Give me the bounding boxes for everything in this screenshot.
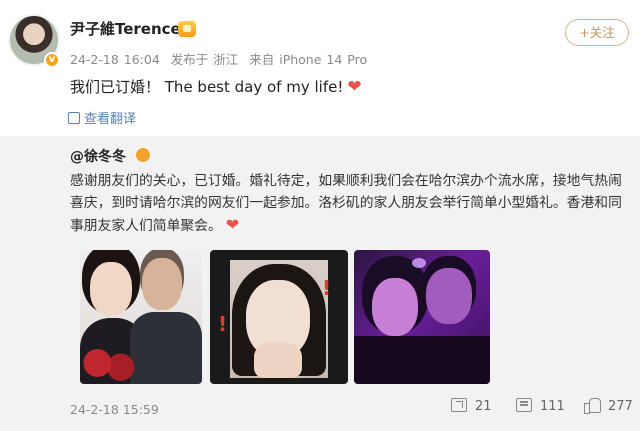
heart-emoji-icon: ❤ (225, 215, 240, 234)
comment-count: 111 (540, 399, 565, 414)
translate-label: 查看翻译 (84, 112, 137, 127)
post-location: 发布于 浙江 (170, 52, 239, 67)
post-text-content: 我们已订婚！ The best day of my life! (70, 78, 344, 96)
repost-author[interactable]: @徐冬冬 (70, 146, 126, 166)
comment-icon (516, 398, 532, 412)
verified-badge-icon: v (44, 52, 60, 68)
post-meta: 24-2-18 16:04 发布于 浙江 来自 iPhone 14 Pro (70, 49, 373, 68)
translate-link[interactable]: 查看翻译 (68, 108, 136, 127)
repost-text: 感谢朋友们的关心，已订婚。婚礼待定，如果顺利我们会在哈尔滨办个流水席，接地气热闹… (70, 170, 630, 237)
follow-button[interactable]: +关注 (565, 19, 629, 46)
share-icon (451, 398, 467, 412)
post-text: 我们已订婚！ The best day of my life! ❤ (70, 76, 362, 97)
post-timestamp[interactable]: 24-2-18 16:04 (70, 52, 160, 67)
vip-crown-icon (178, 21, 196, 37)
exclamation-sticker-icon: ! (322, 276, 332, 300)
repost-text-content: 感谢朋友们的关心，已订婚。婚礼待定，如果顺利我们会在哈尔滨办个流水席，接地气热闹… (70, 173, 622, 234)
like-count: 277 (608, 399, 633, 414)
comment-button[interactable]: 111 (516, 398, 565, 418)
exclamation-sticker-icon: ! (218, 312, 228, 336)
post-source: 来自 iPhone 14 Pro (249, 52, 368, 67)
repost-timestamp[interactable]: 24-2-18 15:59 (70, 402, 159, 417)
reposted-card[interactable]: @徐冬冬 感谢朋友们的关心，已订婚。婚礼待定，如果顺利我们会在哈尔滨办个流水席，… (0, 136, 640, 431)
photo-thumbnail-3[interactable] (354, 250, 490, 384)
photo-grid: ! ! (80, 250, 490, 384)
photo-thumbnail-2[interactable]: ! ! (210, 250, 348, 384)
verified-badge-icon (135, 147, 151, 163)
post-author[interactable]: 尹子維Terence (70, 18, 181, 39)
like-button[interactable]: 277 (584, 398, 633, 418)
photo-thumbnail-1[interactable] (80, 250, 202, 384)
main-post: v 尹子維Terence 24-2-18 16:04 发布于 浙江 来自 iPh… (0, 0, 640, 136)
thumbs-up-icon (584, 398, 601, 414)
heart-emoji-icon: ❤ (347, 77, 362, 97)
translate-icon (68, 112, 80, 124)
repost-count: 21 (475, 399, 492, 414)
repost-button[interactable]: 21 (451, 398, 492, 418)
